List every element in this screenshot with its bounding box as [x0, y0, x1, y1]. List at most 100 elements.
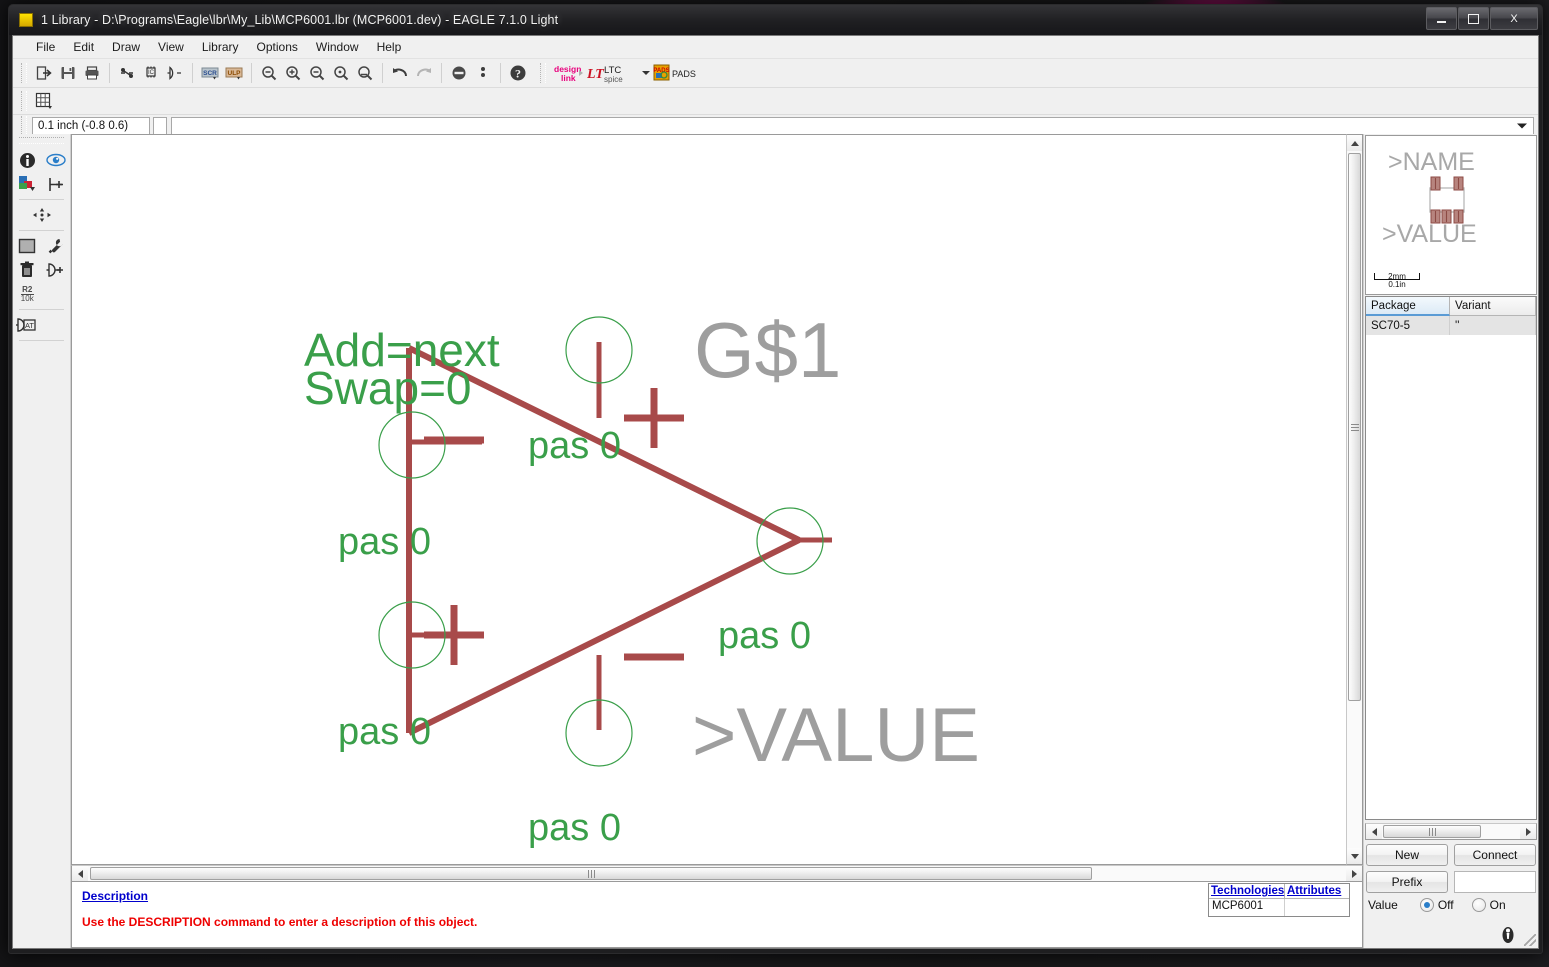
info-icon[interactable] [13, 148, 42, 172]
new-button[interactable]: New [1366, 844, 1448, 866]
technologies-table-row[interactable]: MCP6001 [1209, 899, 1349, 916]
technology-icon[interactable] [42, 234, 71, 258]
variant-column-header[interactable]: Variant [1450, 297, 1536, 316]
symbol-canvas[interactable]: Add=next Swap=0 pas 0 pas 0 pas 0 pas 0 … [71, 134, 1346, 865]
script-icon[interactable]: SCR [198, 61, 222, 85]
value-on-radio[interactable] [1472, 898, 1486, 912]
svg-text:link: link [561, 73, 576, 83]
ltspice-icon[interactable]: LTLTCspice [587, 61, 639, 85]
display-layers-icon[interactable] [13, 172, 42, 196]
menu-file[interactable]: File [27, 38, 64, 56]
grid-icon[interactable] [32, 89, 56, 113]
package-horizontal-scrollbar[interactable] [1365, 823, 1537, 840]
svg-text:AT: AT [25, 321, 34, 330]
description-link[interactable]: Description [82, 889, 1352, 903]
zoom-out-icon[interactable] [305, 61, 329, 85]
toolbar-separator-6 [500, 63, 501, 83]
table-row[interactable]: SC70-5 '' [1366, 316, 1536, 335]
ulp-icon[interactable]: ULP [222, 61, 246, 85]
vscroll-track[interactable] [1347, 151, 1362, 848]
menu-options[interactable]: Options [248, 38, 307, 56]
maximize-button[interactable] [1458, 7, 1489, 30]
grid-toolbar-grip[interactable] [21, 91, 27, 111]
package-hscroll-track[interactable] [1382, 824, 1520, 839]
zoom-fit-icon[interactable] [257, 61, 281, 85]
edit-symbol-icon[interactable]: IC [139, 61, 163, 85]
menu-draw[interactable]: Draw [103, 38, 149, 56]
go-icon[interactable] [471, 61, 495, 85]
package-panel: >NAME >VALUE [1363, 134, 1538, 948]
canvas-vertical-scrollbar[interactable] [1346, 134, 1363, 865]
package-scroll-right-button[interactable] [1520, 824, 1536, 839]
chevron-down-icon[interactable] [1517, 124, 1527, 129]
package-scroll-left-button[interactable] [1366, 824, 1382, 839]
redo-icon[interactable] [412, 61, 436, 85]
package-actions: New Connect Prefix Value Off On [1364, 840, 1538, 914]
attributes-column-header[interactable]: Attributes [1285, 884, 1349, 899]
pin-label-output: pas 0 [718, 617, 811, 655]
save-icon[interactable] [56, 61, 80, 85]
command-input[interactable] [171, 117, 1534, 135]
edit-package-icon[interactable] [115, 61, 139, 85]
zoom-select-icon[interactable] [329, 61, 353, 85]
scroll-up-button[interactable] [1347, 135, 1362, 151]
attribute-cell [1285, 899, 1349, 916]
edit-device-icon[interactable] [163, 61, 187, 85]
command-toolbar-grip[interactable] [19, 137, 64, 144]
mark-icon[interactable] [42, 172, 71, 196]
print-icon[interactable] [80, 61, 104, 85]
menu-edit[interactable]: Edit [64, 38, 103, 56]
help-icon[interactable]: ? [506, 61, 530, 85]
package-column-header[interactable]: Package [1366, 297, 1450, 316]
value-off-radio[interactable] [1420, 898, 1434, 912]
stop-icon[interactable] [447, 61, 471, 85]
coordbar-grip[interactable] [21, 116, 27, 136]
menu-help[interactable]: Help [368, 38, 411, 56]
prefix-input[interactable] [1454, 871, 1536, 893]
connect-button[interactable]: Connect [1454, 844, 1536, 866]
prefix-button[interactable]: Prefix [1366, 871, 1448, 893]
vscroll-thumb[interactable] [1348, 153, 1361, 701]
move-icon[interactable] [13, 203, 70, 227]
hscroll-thumb[interactable] [90, 867, 1092, 880]
value-on-label[interactable]: On [1490, 898, 1506, 912]
value-off-label[interactable]: Off [1438, 898, 1454, 912]
partner-toolbar-grip[interactable] [540, 63, 546, 83]
zoom-in-icon[interactable] [281, 61, 305, 85]
command-toolbar: R2 10k AT [13, 134, 71, 948]
package-preview[interactable]: >NAME >VALUE [1365, 135, 1537, 295]
menu-window[interactable]: Window [307, 38, 368, 56]
pin-label-inverting: pas 0 [338, 523, 431, 561]
toolbar-grip[interactable] [21, 63, 27, 83]
scroll-right-button[interactable] [1346, 866, 1362, 881]
redraw-icon[interactable] [353, 61, 377, 85]
technology-cell: MCP6001 [1209, 899, 1285, 916]
connect-icon[interactable] [42, 258, 71, 282]
menu-library[interactable]: Library [193, 38, 248, 56]
ltspice-dropdown-icon[interactable] [639, 61, 653, 85]
grid-value-field[interactable]: 0.1 inch (-0.8 0.6) [32, 117, 150, 135]
scroll-left-button[interactable] [72, 866, 88, 881]
open-icon[interactable] [32, 61, 56, 85]
canvas-horizontal-scrollbar[interactable] [71, 865, 1363, 882]
info-status-icon[interactable] [1498, 924, 1518, 946]
window-resize-grip[interactable] [1524, 934, 1536, 946]
pads-icon[interactable]: PADSPADS [653, 61, 697, 85]
package-hscroll-thumb[interactable] [1383, 825, 1481, 838]
attribute-icon[interactable]: AT [13, 313, 42, 337]
package-icon[interactable] [13, 234, 42, 258]
menu-view[interactable]: View [149, 38, 193, 56]
delete-icon[interactable] [13, 258, 42, 282]
pin-label-noninverting: pas 0 [338, 713, 431, 751]
minimize-button[interactable] [1426, 7, 1457, 30]
show-icon[interactable] [42, 148, 71, 172]
scroll-down-button[interactable] [1347, 848, 1362, 864]
hscroll-track[interactable] [88, 866, 1346, 881]
action-row-2: Prefix [1366, 871, 1536, 893]
undo-icon[interactable] [388, 61, 412, 85]
technologies-column-header[interactable]: Technologies [1209, 884, 1285, 899]
prefix-icon[interactable]: R2 10k [13, 282, 42, 306]
design-link-icon[interactable]: designlink [551, 61, 587, 85]
main-toolbar: IC SCR ULP [13, 59, 1538, 88]
close-button[interactable]: X [1490, 7, 1538, 30]
